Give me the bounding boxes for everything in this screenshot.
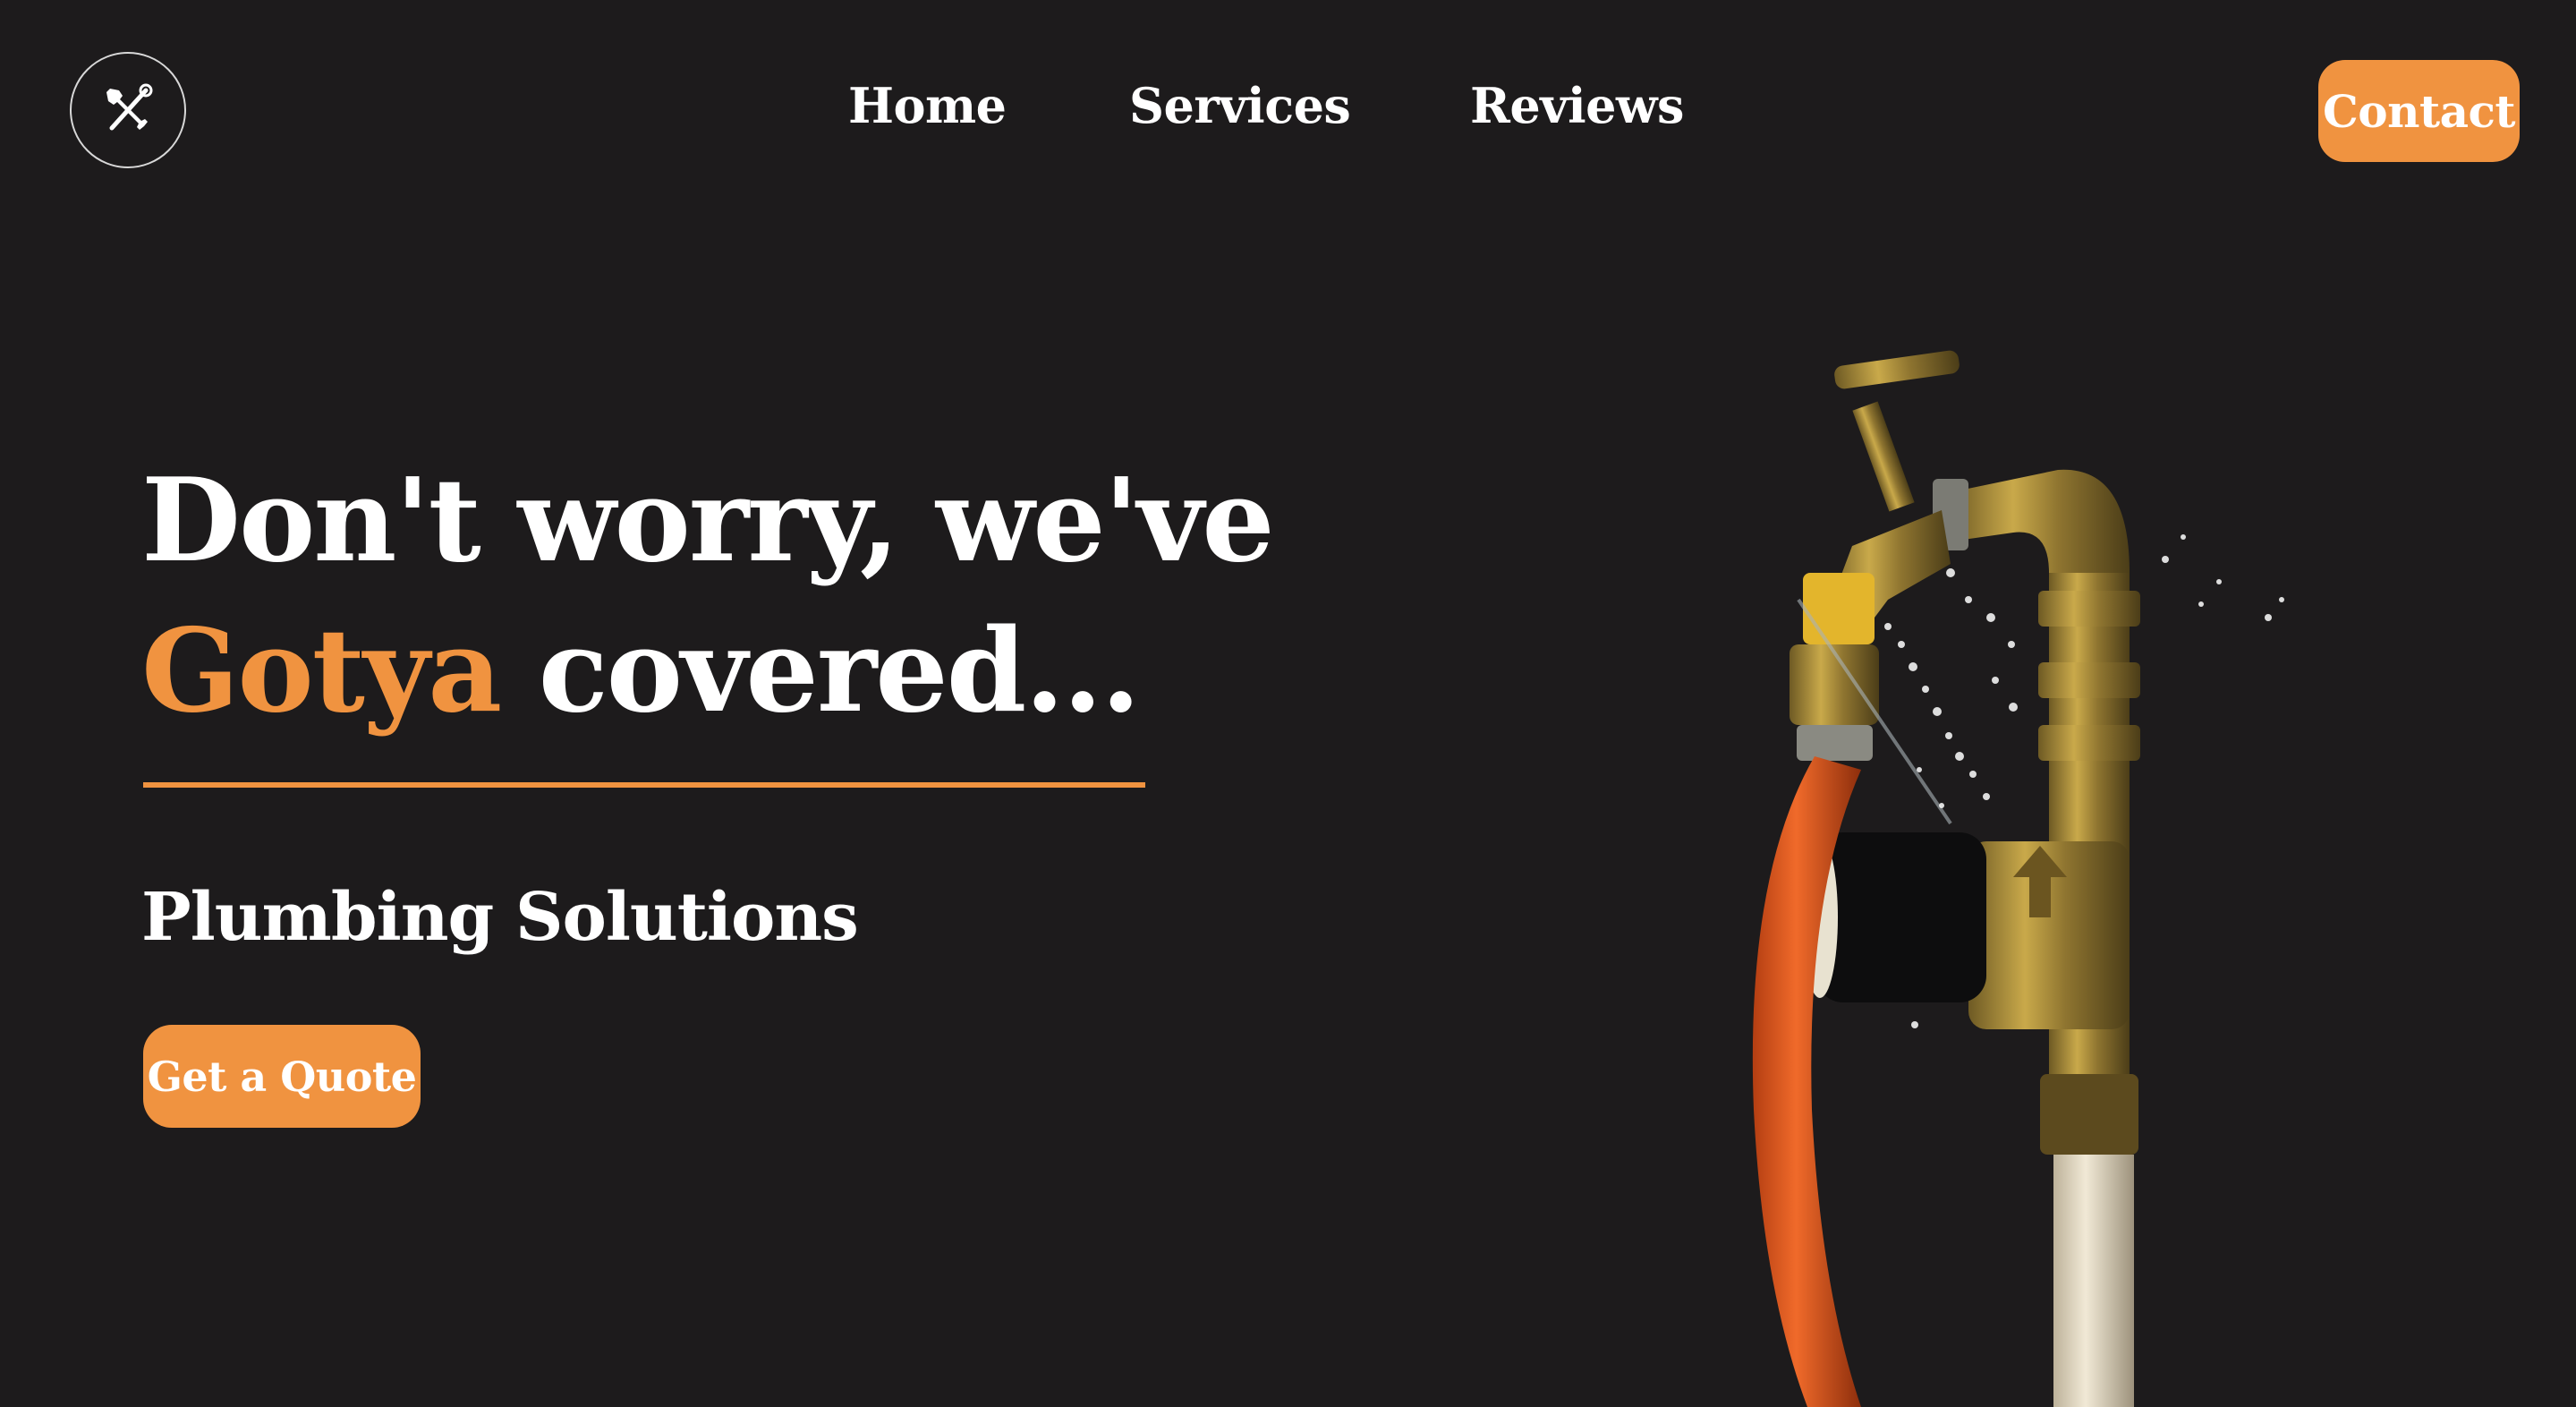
headline-divider (143, 782, 1145, 788)
headline-line-1: Don't worry, we've (141, 454, 1275, 588)
headline-accent-word: Gotya (141, 604, 502, 738)
contact-button[interactable]: Contact (2318, 60, 2520, 162)
get-quote-button[interactable]: Get a Quote (143, 1025, 421, 1128)
nav-link-home[interactable]: Home (848, 77, 1007, 134)
leaking-tap-image (1752, 350, 2284, 1407)
nav-link-reviews[interactable]: Reviews (1470, 77, 1684, 134)
nav-link-services[interactable]: Services (1129, 77, 1351, 134)
hero-subtitle: Plumbing Solutions (141, 879, 859, 956)
landing-page: Home Services Reviews Contact Don't worr… (0, 0, 2576, 1407)
headline-line-2-rest: covered... (500, 604, 1141, 738)
hero-headline: Don't worry, we've Gotya covered... (141, 446, 1275, 746)
main-nav: Home Services Reviews (0, 77, 2576, 149)
